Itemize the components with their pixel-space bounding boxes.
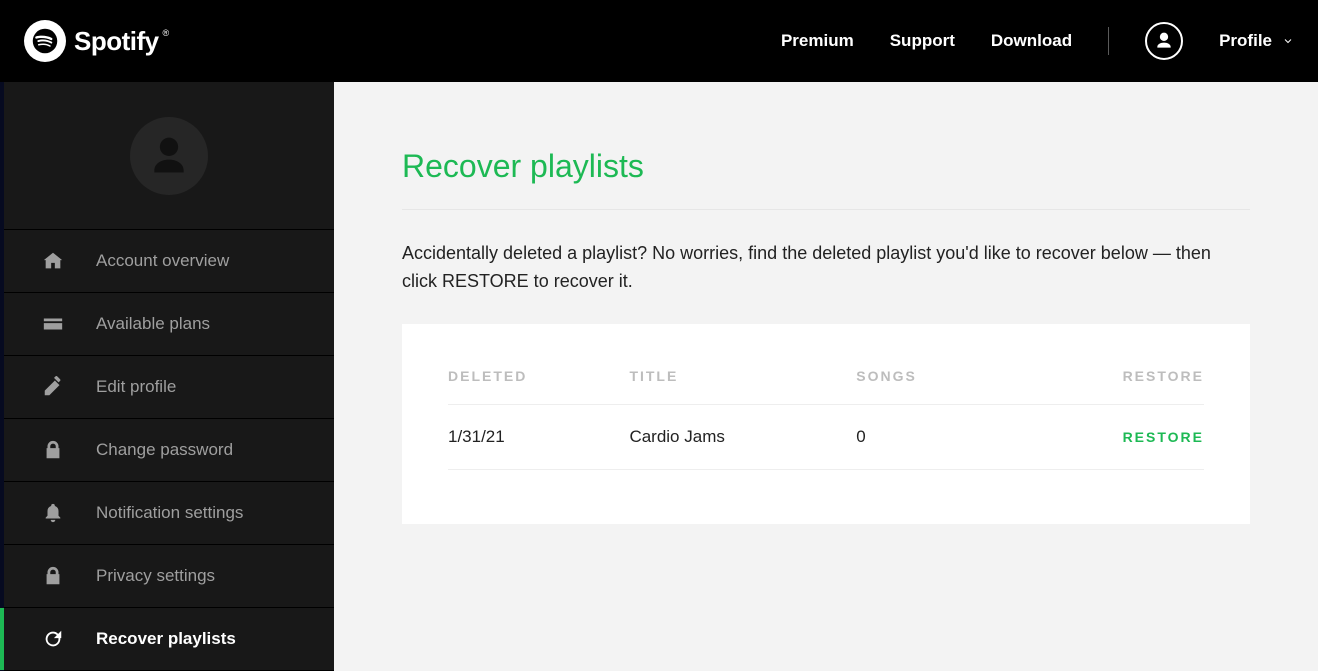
home-icon: [42, 250, 64, 272]
cell-title: Cardio Jams: [629, 404, 856, 469]
cell-deleted: 1/31/21: [448, 404, 629, 469]
nav-download[interactable]: Download: [991, 31, 1072, 51]
deleted-playlists-table: DELETED TITLE SONGS RESTORE 1/31/21 Card…: [448, 368, 1204, 470]
spotify-logo[interactable]: Spotify: [24, 20, 159, 62]
sidebar-item-available-plans[interactable]: Available plans: [4, 293, 334, 356]
lock-icon: [42, 565, 64, 587]
column-title: TITLE: [629, 368, 856, 405]
sidebar-item-label: Available plans: [96, 314, 210, 334]
card-icon: [42, 313, 64, 335]
sidebar-item-change-password[interactable]: Change password: [4, 419, 334, 482]
column-songs: SONGS: [856, 368, 1053, 405]
user-silhouette-icon: [147, 134, 191, 178]
profile-dropdown[interactable]: Profile: [1219, 31, 1294, 51]
nav-support[interactable]: Support: [890, 31, 955, 51]
column-deleted: DELETED: [448, 368, 629, 405]
sidebar-item-account-overview[interactable]: Account overview: [4, 230, 334, 293]
sidebar-item-notification-settings[interactable]: Notification settings: [4, 482, 334, 545]
sidebar-item-label: Recover playlists: [96, 629, 236, 649]
sidebar-avatar: [4, 82, 334, 230]
chevron-down-icon: [1282, 35, 1294, 47]
spotify-logo-icon: [24, 20, 66, 62]
sidebar-item-recover-playlists[interactable]: Recover playlists: [4, 608, 334, 671]
profile-label: Profile: [1219, 31, 1272, 51]
page-description: Accidentally deleted a playlist? No worr…: [402, 240, 1250, 296]
page-title: Recover playlists: [402, 148, 1250, 210]
table-row: 1/31/21 Cardio Jams 0 RESTORE: [448, 404, 1204, 469]
sidebar-item-privacy-settings[interactable]: Privacy settings: [4, 545, 334, 608]
nav-divider: [1108, 27, 1109, 55]
sidebar-item-label: Privacy settings: [96, 566, 215, 586]
header-nav: Premium Support Download Profile: [781, 22, 1294, 60]
header-avatar-icon[interactable]: [1145, 22, 1183, 60]
account-sidebar: Account overview Available plans Edit pr…: [0, 82, 334, 671]
sidebar-item-label: Edit profile: [96, 377, 176, 397]
column-restore: RESTORE: [1053, 368, 1204, 405]
playlists-card: DELETED TITLE SONGS RESTORE 1/31/21 Card…: [402, 324, 1250, 524]
top-header: Spotify Premium Support Download Profile: [0, 0, 1318, 82]
refresh-icon: [42, 628, 64, 650]
lock-icon: [42, 439, 64, 461]
restore-button[interactable]: RESTORE: [1053, 429, 1204, 445]
nav-premium[interactable]: Premium: [781, 31, 854, 51]
cell-songs: 0: [856, 404, 1053, 469]
pencil-icon: [42, 376, 64, 398]
sidebar-item-edit-profile[interactable]: Edit profile: [4, 356, 334, 419]
sidebar-item-label: Account overview: [96, 251, 229, 271]
main-content: Recover playlists Accidentally deleted a…: [334, 82, 1318, 671]
sidebar-item-label: Notification settings: [96, 503, 243, 523]
bell-icon: [42, 502, 64, 524]
spotify-logo-text: Spotify: [74, 26, 159, 57]
sidebar-item-label: Change password: [96, 440, 233, 460]
